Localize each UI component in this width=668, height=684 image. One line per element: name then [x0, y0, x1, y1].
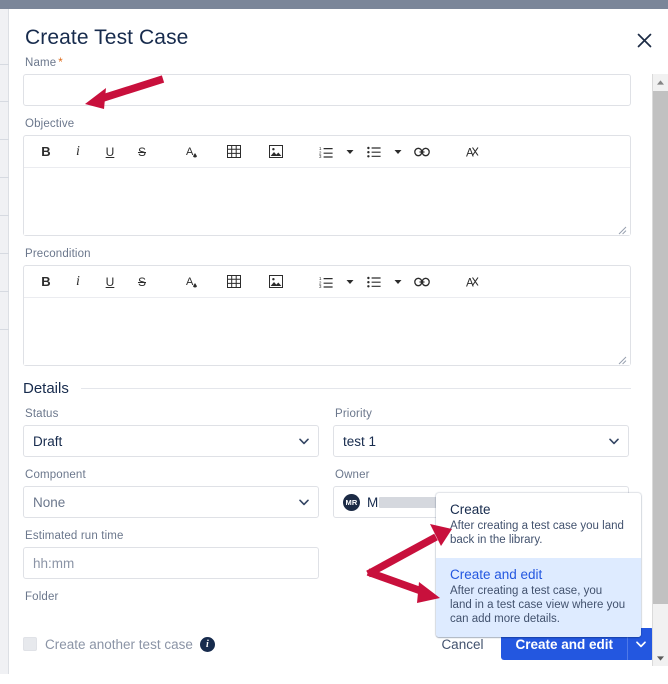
- precondition-label: Precondition: [25, 248, 631, 260]
- scroll-down-arrow-icon[interactable]: [653, 650, 668, 666]
- details-row-1: Status Draft Priority test 1: [23, 408, 631, 457]
- close-icon[interactable]: [631, 27, 657, 53]
- svg-text:A: A: [466, 277, 474, 289]
- priority-select[interactable]: test 1: [333, 425, 629, 457]
- ordered-list-icon[interactable]: 1 2 3: [314, 140, 338, 164]
- precondition-resize-handle[interactable]: [616, 352, 627, 363]
- table-icon[interactable]: [222, 270, 246, 294]
- svg-text:3: 3: [319, 154, 322, 158]
- field-objective: Objective B i U S A: [23, 118, 631, 236]
- bullet-list-dropdown-icon[interactable]: [392, 271, 404, 293]
- page-title: Create Test Case: [25, 26, 188, 50]
- menu-item-create[interactable]: Create After creating a test case you la…: [436, 493, 641, 558]
- info-icon[interactable]: i: [200, 637, 215, 652]
- priority-label: Priority: [335, 408, 629, 420]
- component-select[interactable]: None: [23, 486, 319, 518]
- ordered-list-dropdown-icon[interactable]: [344, 141, 356, 163]
- bullet-list-dropdown-icon[interactable]: [392, 141, 404, 163]
- bullet-list-icon[interactable]: [362, 140, 386, 164]
- page-top-bar: [0, 0, 668, 9]
- ordered-list-icon[interactable]: 1 2 3: [314, 270, 338, 294]
- ordered-list-dropdown-icon[interactable]: [344, 271, 356, 293]
- status-value: Draft: [33, 434, 62, 449]
- objective-editor[interactable]: B i U S A: [23, 135, 631, 236]
- required-asterisk: *: [58, 57, 63, 69]
- clear-formatting-icon[interactable]: A: [460, 270, 484, 294]
- chevron-down-icon: [609, 432, 619, 450]
- objective-resize-handle[interactable]: [616, 222, 627, 233]
- page-left-strip: [0, 9, 9, 684]
- link-icon[interactable]: [410, 270, 434, 294]
- field-name: Name*: [23, 57, 631, 106]
- status-label: Status: [25, 408, 319, 420]
- owner-value-prefix: M: [367, 495, 378, 510]
- details-section-header: Details: [23, 380, 631, 397]
- clear-formatting-icon[interactable]: A: [460, 140, 484, 164]
- menu-item-create-description: After creating a test case you land back…: [450, 519, 627, 547]
- priority-value: test 1: [343, 434, 376, 449]
- menu-item-create-and-edit[interactable]: Create and edit After creating a test ca…: [436, 558, 641, 637]
- owner-value-redacted: [379, 497, 441, 508]
- name-input[interactable]: [23, 74, 631, 106]
- screen: Create Test Case Name* Objective: [0, 0, 668, 684]
- bold-icon[interactable]: B: [34, 140, 58, 164]
- component-label: Component: [25, 469, 319, 481]
- underline-icon[interactable]: U: [98, 140, 122, 164]
- owner-label: Owner: [335, 469, 629, 481]
- name-label-text: Name: [25, 57, 56, 69]
- details-heading: Details: [23, 380, 69, 397]
- chevron-down-icon: [299, 493, 309, 511]
- create-another-test-case-checkbox-wrap[interactable]: Create another test case i: [23, 637, 215, 652]
- chevron-down-icon: [299, 432, 309, 450]
- objective-label: Objective: [25, 118, 631, 130]
- create-another-test-case-checkbox[interactable]: [23, 637, 37, 651]
- menu-item-create-title: Create: [450, 502, 627, 517]
- scrollbar-thumb[interactable]: [653, 91, 668, 604]
- bold-icon[interactable]: B: [34, 270, 58, 294]
- text-color-icon[interactable]: A: [180, 270, 204, 294]
- estimated-run-time-input[interactable]: [23, 547, 319, 579]
- svg-text:3: 3: [319, 284, 322, 288]
- page-left-strip-lines: [0, 9, 9, 684]
- link-icon[interactable]: [410, 140, 434, 164]
- field-priority: Priority test 1: [333, 408, 629, 457]
- precondition-editor-body[interactable]: [24, 298, 630, 365]
- italic-icon[interactable]: i: [66, 140, 90, 164]
- status-select[interactable]: Draft: [23, 425, 319, 457]
- text-color-icon[interactable]: A: [180, 140, 204, 164]
- underline-icon[interactable]: U: [98, 270, 122, 294]
- field-component: Component None: [23, 469, 319, 518]
- menu-item-create-and-edit-description: After creating a test case, you land in …: [450, 584, 627, 626]
- strikethrough-icon[interactable]: S: [130, 140, 154, 164]
- svg-text:A: A: [186, 276, 194, 288]
- precondition-editor[interactable]: B i U S A: [23, 265, 631, 366]
- bullet-list-icon[interactable]: [362, 270, 386, 294]
- create-options-menu: Create After creating a test case you la…: [436, 493, 641, 637]
- italic-icon[interactable]: i: [66, 270, 90, 294]
- field-status: Status Draft: [23, 408, 319, 457]
- field-precondition: Precondition B i U S A: [23, 248, 631, 366]
- svg-text:A: A: [466, 147, 474, 159]
- scroll-up-arrow-icon[interactable]: [653, 74, 668, 90]
- name-label: Name*: [25, 57, 631, 69]
- dialog-scrollbar[interactable]: [652, 74, 668, 666]
- image-icon[interactable]: [264, 270, 288, 294]
- create-another-test-case-label: Create another test case: [45, 637, 193, 652]
- menu-item-create-and-edit-title: Create and edit: [450, 567, 627, 582]
- svg-text:A: A: [186, 146, 194, 158]
- objective-editor-body[interactable]: [24, 168, 630, 235]
- page-bottom-strip: [0, 674, 668, 684]
- table-icon[interactable]: [222, 140, 246, 164]
- details-divider: [81, 388, 631, 389]
- strikethrough-icon[interactable]: S: [130, 270, 154, 294]
- precondition-editor-toolbar: B i U S A: [24, 266, 630, 298]
- objective-editor-toolbar: B i U S A: [24, 136, 630, 168]
- image-icon[interactable]: [264, 140, 288, 164]
- component-value: None: [33, 495, 65, 510]
- avatar: MR: [343, 494, 360, 511]
